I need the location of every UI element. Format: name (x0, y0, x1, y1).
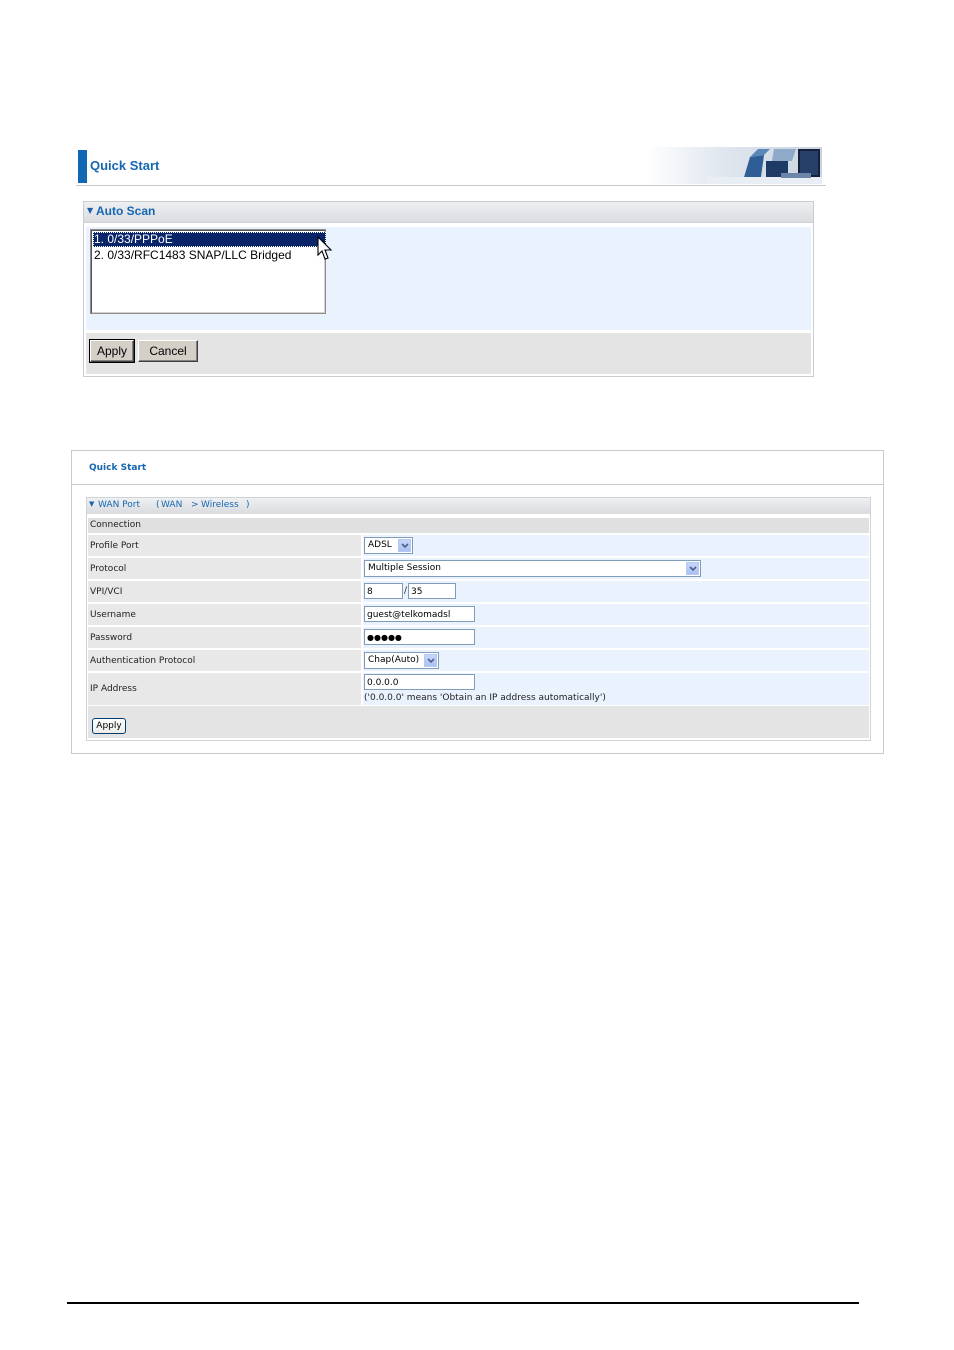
apply-button[interactable]: Apply (89, 339, 135, 363)
auth-protocol-row: Authentication Protocol Chap(Auto) (88, 650, 869, 671)
apply-button[interactable]: Apply (92, 718, 126, 734)
chevron-down-icon (424, 654, 437, 667)
vci-input[interactable]: 35 (408, 583, 456, 599)
connection-label: Connection (90, 520, 141, 530)
chevron-down-icon (686, 562, 699, 575)
mouse-pointer-icon (317, 236, 333, 260)
username-input[interactable]: guest@telkomadsl (364, 606, 475, 622)
breadcrumb-wan[interactable]: WAN (161, 500, 182, 510)
ip-address-row: IP Address 0.0.0.0 ('0.0.0.0' means 'Obt… (88, 673, 869, 705)
cancel-button[interactable]: Cancel (138, 340, 198, 362)
chevron-down-icon (398, 539, 411, 552)
connection-group-header: Connection (88, 518, 869, 533)
breadcrumb-close: ) (246, 500, 250, 510)
page-title: Quick Start (89, 463, 147, 473)
password-row: Password ●●●●● (88, 627, 869, 648)
ip-address-hint: ('0.0.0.0' means 'Obtain an IP address a… (364, 693, 606, 703)
header-divider (76, 185, 826, 186)
page-title: Quick Start (90, 158, 160, 173)
section-title: Auto Scan (96, 204, 156, 218)
protocol-row: Protocol Multiple Session (88, 558, 869, 579)
auto-scan-panel: Quick Start ▼ Auto Scan 1. 0/33/PPPoE 2. (76, 143, 826, 383)
breadcrumb-separator: > (191, 500, 199, 510)
page-footer-rule (67, 1302, 859, 1304)
list-item[interactable]: 2. 0/33/RFC1483 SNAP/LLC Bridged (93, 248, 326, 263)
collapse-triangle-icon[interactable]: ▼ (89, 500, 94, 508)
collapse-triangle-icon[interactable]: ▼ (87, 206, 93, 215)
ip-address-label: IP Address (90, 684, 137, 694)
vpi-vci-row: VPI/VCI 8 / 35 (88, 581, 869, 602)
wan-port-panel: Quick Start ▼ WAN Port ( WAN > Wireless … (71, 450, 884, 754)
vpi-input[interactable]: 8 (364, 583, 403, 599)
list-item-selected[interactable]: 1. 0/33/PPPoE (93, 232, 326, 247)
breadcrumb-wireless[interactable]: Wireless (201, 500, 239, 510)
username-row: Username guest@telkomadsl (88, 604, 869, 625)
section-title: WAN Port (98, 500, 140, 510)
header-divider (72, 484, 883, 485)
vpi-vci-label: VPI/VCI (90, 586, 123, 597)
breadcrumb-open: ( (156, 500, 160, 510)
ip-address-input[interactable]: 0.0.0.0 (364, 674, 475, 690)
username-label: Username (90, 609, 136, 620)
scan-results-listbox[interactable]: 1. 0/33/PPPoE 2. 0/33/RFC1483 SNAP/LLC B… (90, 229, 326, 314)
protocol-select[interactable]: Multiple Session (364, 560, 701, 577)
button-bar: Apply Cancel (86, 333, 811, 374)
password-input[interactable]: ●●●●● (364, 629, 475, 645)
vpi-vci-separator: / (404, 586, 408, 596)
password-label: Password (90, 632, 133, 643)
header-accent-bar (78, 150, 87, 183)
auto-scan-section: ▼ Auto Scan 1. 0/33/PPPoE 2. 0/33/RFC148… (83, 201, 814, 377)
profile-port-select[interactable]: ADSL (364, 537, 413, 554)
button-bar: Apply (88, 706, 869, 738)
office-photo-icon (646, 147, 822, 184)
section-header: ▼ Auto Scan (84, 202, 813, 223)
scan-results-area: 1. 0/33/PPPoE 2. 0/33/RFC1483 SNAP/LLC B… (86, 227, 811, 330)
auth-protocol-select[interactable]: Chap(Auto) (364, 652, 439, 669)
wan-port-section: ▼ WAN Port ( WAN > Wireless ) Connection… (86, 497, 871, 741)
protocol-label: Protocol (90, 563, 127, 574)
auth-protocol-label: Authentication Protocol (90, 655, 196, 666)
profile-port-row: Profile Port ADSL (88, 535, 869, 556)
section-header: ▼ WAN Port ( WAN > Wireless ) (87, 498, 870, 514)
profile-port-label: Profile Port (90, 540, 139, 551)
